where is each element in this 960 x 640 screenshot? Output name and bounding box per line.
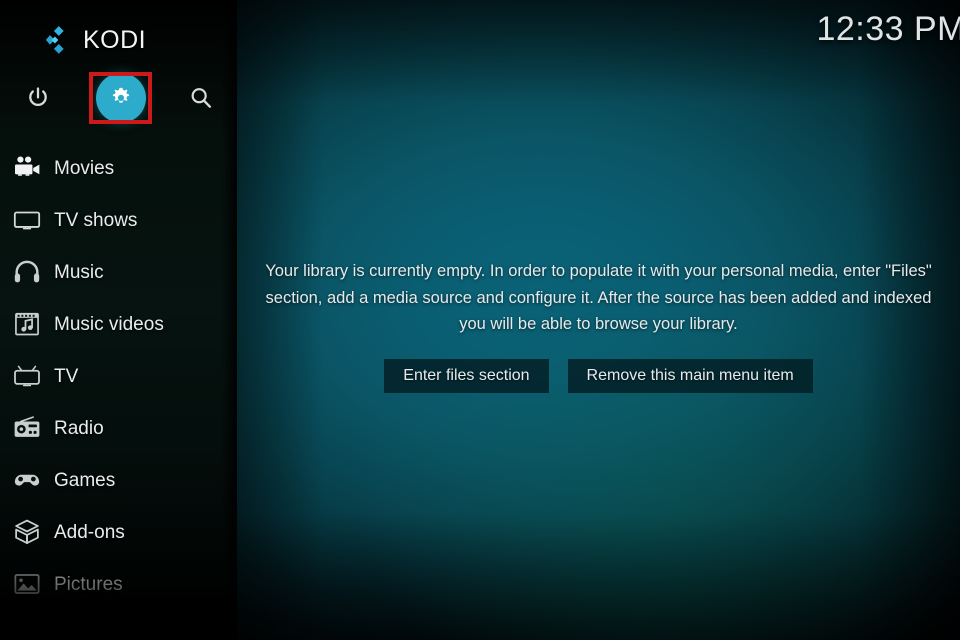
sidebar-item-radio[interactable]: Radio [0,402,237,454]
sidebar-item-label: Radio [54,417,104,439]
movie-camera-icon [10,151,44,185]
sidebar-item-label: Music videos [54,313,164,335]
empty-library-message: Your library is currently empty. In orde… [265,262,932,334]
search-button[interactable] [175,72,227,124]
sidebar: KODI Movies TV shows Music Music videos … [0,0,237,640]
television-icon [10,203,44,237]
enter-files-section-button[interactable]: Enter files section [384,359,549,394]
sidebar-item-label: TV shows [54,209,138,231]
settings-disc [96,73,146,123]
film-strip-note-icon [10,307,44,341]
clock: 12:33 PM [816,10,960,48]
empty-library-actions: Enter files section Remove this main men… [384,359,813,394]
settings-button[interactable] [95,72,147,124]
sidebar-item-games[interactable]: Games [0,454,237,506]
app-logo: KODI [44,20,146,60]
sidebar-item-label: Pictures [54,573,123,595]
retro-tv-icon [10,359,44,393]
sidebar-item-label: Movies [54,157,115,179]
kodi-logo-icon [45,26,64,54]
sidebar-item-label: Music [54,261,104,283]
sidebar-item-add-ons[interactable]: Add-ons [0,506,237,558]
kodi-home-screen: 12:33 PM Your library is currently empty… [0,0,960,640]
search-icon [191,88,212,108]
sidebar-item-pictures[interactable]: Pictures [0,558,237,610]
sidebar-item-label: Games [54,469,116,491]
sidebar-item-tv[interactable]: TV [0,350,237,402]
sidebar-item-movies[interactable]: Movies [0,142,237,194]
pictures-icon [10,567,44,601]
power-button[interactable] [12,72,64,124]
headphones-icon [10,255,44,289]
radio-icon [10,411,44,445]
sidebar-item-label: Add-ons [54,521,125,543]
main-menu: Movies TV shows Music Music videos TV Ra… [0,142,237,610]
power-icon [29,87,47,106]
gear-icon [112,87,130,103]
app-name: KODI [83,25,147,54]
sidebar-item-tv-shows[interactable]: TV shows [0,194,237,246]
sidebar-top-actions [0,72,237,126]
addons-box-icon [10,515,44,549]
sidebar-item-music[interactable]: Music [0,246,237,298]
empty-library-panel: Your library is currently empty. In orde… [237,258,960,394]
sidebar-item-label: TV [54,365,79,387]
gamepad-icon [10,463,44,497]
remove-main-menu-item-button[interactable]: Remove this main menu item [567,359,813,394]
sidebar-item-music-videos[interactable]: Music videos [0,298,237,350]
